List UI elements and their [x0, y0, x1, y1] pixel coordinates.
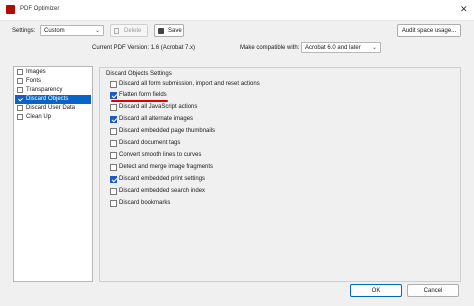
delete-button-label: Delete	[124, 28, 142, 34]
option-discard-print-settings[interactable]: Discard embedded print settings	[110, 175, 370, 185]
settings-label: Settings:	[12, 28, 36, 34]
option-discard-thumbnails[interactable]: Discard embedded page thumbnails	[110, 127, 370, 137]
sidebar-item-label: Clean Up	[26, 114, 52, 120]
checkbox[interactable]	[17, 96, 23, 102]
save-button-label: Save	[168, 28, 182, 34]
option-label: Detect and merge image fragments	[119, 164, 214, 170]
group-title: Discard Objects Settings	[106, 71, 172, 77]
checkbox[interactable]	[110, 140, 117, 147]
sidebar-item-clean-up[interactable]: Clean Up	[15, 113, 91, 122]
option-discard-javascript[interactable]: Discard all JavaScript actions	[110, 103, 370, 113]
compat-dropdown[interactable]: Acrobat 6.0 and later ⌄	[301, 42, 381, 53]
checkbox[interactable]	[110, 81, 117, 88]
sidebar-item-label: Discard User Data	[26, 105, 76, 111]
title-bar: PDF Optimizer ✕	[0, 0, 474, 21]
sidebar-item-label: Discard Objects	[26, 96, 69, 102]
category-list: Images Fonts Transparency Discard Object…	[13, 66, 93, 282]
checkbox[interactable]	[110, 116, 117, 123]
settings-value: Custom	[44, 28, 65, 34]
checkbox[interactable]	[110, 104, 117, 111]
checkbox[interactable]	[17, 105, 23, 111]
checkbox[interactable]	[17, 87, 23, 93]
option-label: Discard embedded search index	[119, 188, 206, 194]
red-underline-annotation	[111, 100, 168, 102]
option-merge-image-fragments[interactable]: Detect and merge image fragments	[110, 163, 370, 173]
chevron-down-icon: ⌄	[371, 45, 377, 51]
option-label: Flatten form fields	[119, 92, 167, 98]
cancel-button-label: Cancel	[423, 288, 443, 294]
settings-dropdown[interactable]: Custom ⌄	[40, 25, 104, 36]
checkbox[interactable]	[17, 78, 23, 84]
option-discard-document-tags[interactable]: Discard document tags	[110, 139, 370, 149]
checkbox[interactable]	[17, 69, 23, 75]
checkbox[interactable]	[110, 188, 117, 195]
option-label: Discard all form submission, import and …	[119, 81, 260, 87]
ok-button[interactable]: OK	[350, 284, 402, 297]
cancel-button[interactable]: Cancel	[407, 284, 459, 297]
current-pdf-version: Current PDF Version: 1.6 (Acrobat 7.x)	[92, 45, 196, 51]
close-icon[interactable]: ✕	[460, 4, 468, 14]
option-label: Discard embedded page thumbnails	[119, 128, 216, 134]
option-label: Discard bookmarks	[119, 200, 171, 206]
window-title: PDF Optimizer	[20, 6, 60, 12]
ok-button-label: OK	[371, 288, 381, 294]
compat-label: Make compatible with:	[240, 45, 300, 51]
checkbox[interactable]	[17, 114, 23, 120]
sidebar-item-discard-objects[interactable]: Discard Objects	[15, 95, 91, 104]
option-discard-bookmarks[interactable]: Discard bookmarks	[110, 199, 370, 209]
floppy-disk-icon	[158, 28, 164, 34]
option-label: Discard all JavaScript actions	[119, 104, 198, 110]
option-label: Discard embedded print settings	[119, 176, 206, 182]
option-discard-form-actions[interactable]: Discard all form submission, import and …	[110, 80, 370, 90]
checkbox[interactable]	[110, 164, 117, 171]
sidebar-item-discard-user-data[interactable]: Discard User Data	[15, 104, 91, 113]
compat-value: Acrobat 6.0 and later	[305, 45, 361, 51]
save-button[interactable]: Save	[154, 24, 184, 37]
option-convert-smooth-lines[interactable]: Convert smooth lines to curves	[110, 151, 370, 161]
option-discard-alternate-images[interactable]: Discard all alternate images	[110, 115, 370, 125]
sidebar-item-fonts[interactable]: Fonts	[15, 77, 91, 86]
option-discard-search-index[interactable]: Discard embedded search index	[110, 187, 370, 197]
sidebar-item-transparency[interactable]: Transparency	[15, 86, 91, 95]
option-label: Convert smooth lines to curves	[119, 152, 202, 158]
checkbox[interactable]	[110, 128, 117, 135]
audit-button-label: Audit space usage...	[401, 28, 457, 34]
option-label: Discard document tags	[119, 140, 181, 146]
checkbox[interactable]	[110, 152, 117, 159]
chevron-down-icon: ⌄	[94, 28, 100, 34]
trash-icon	[114, 28, 119, 34]
audit-space-usage-button[interactable]: Audit space usage...	[397, 24, 461, 37]
checkbox[interactable]	[110, 176, 117, 183]
option-label: Discard all alternate images	[119, 116, 194, 122]
sidebar-item-label: Images	[26, 69, 46, 75]
checkbox[interactable]	[110, 92, 117, 99]
sidebar-item-images[interactable]: Images	[15, 68, 91, 77]
sidebar-item-label: Transparency	[26, 87, 63, 93]
checkbox[interactable]	[110, 200, 117, 207]
sidebar-item-label: Fonts	[26, 78, 42, 84]
delete-button[interactable]: Delete	[110, 24, 148, 37]
acrobat-icon	[6, 5, 15, 14]
